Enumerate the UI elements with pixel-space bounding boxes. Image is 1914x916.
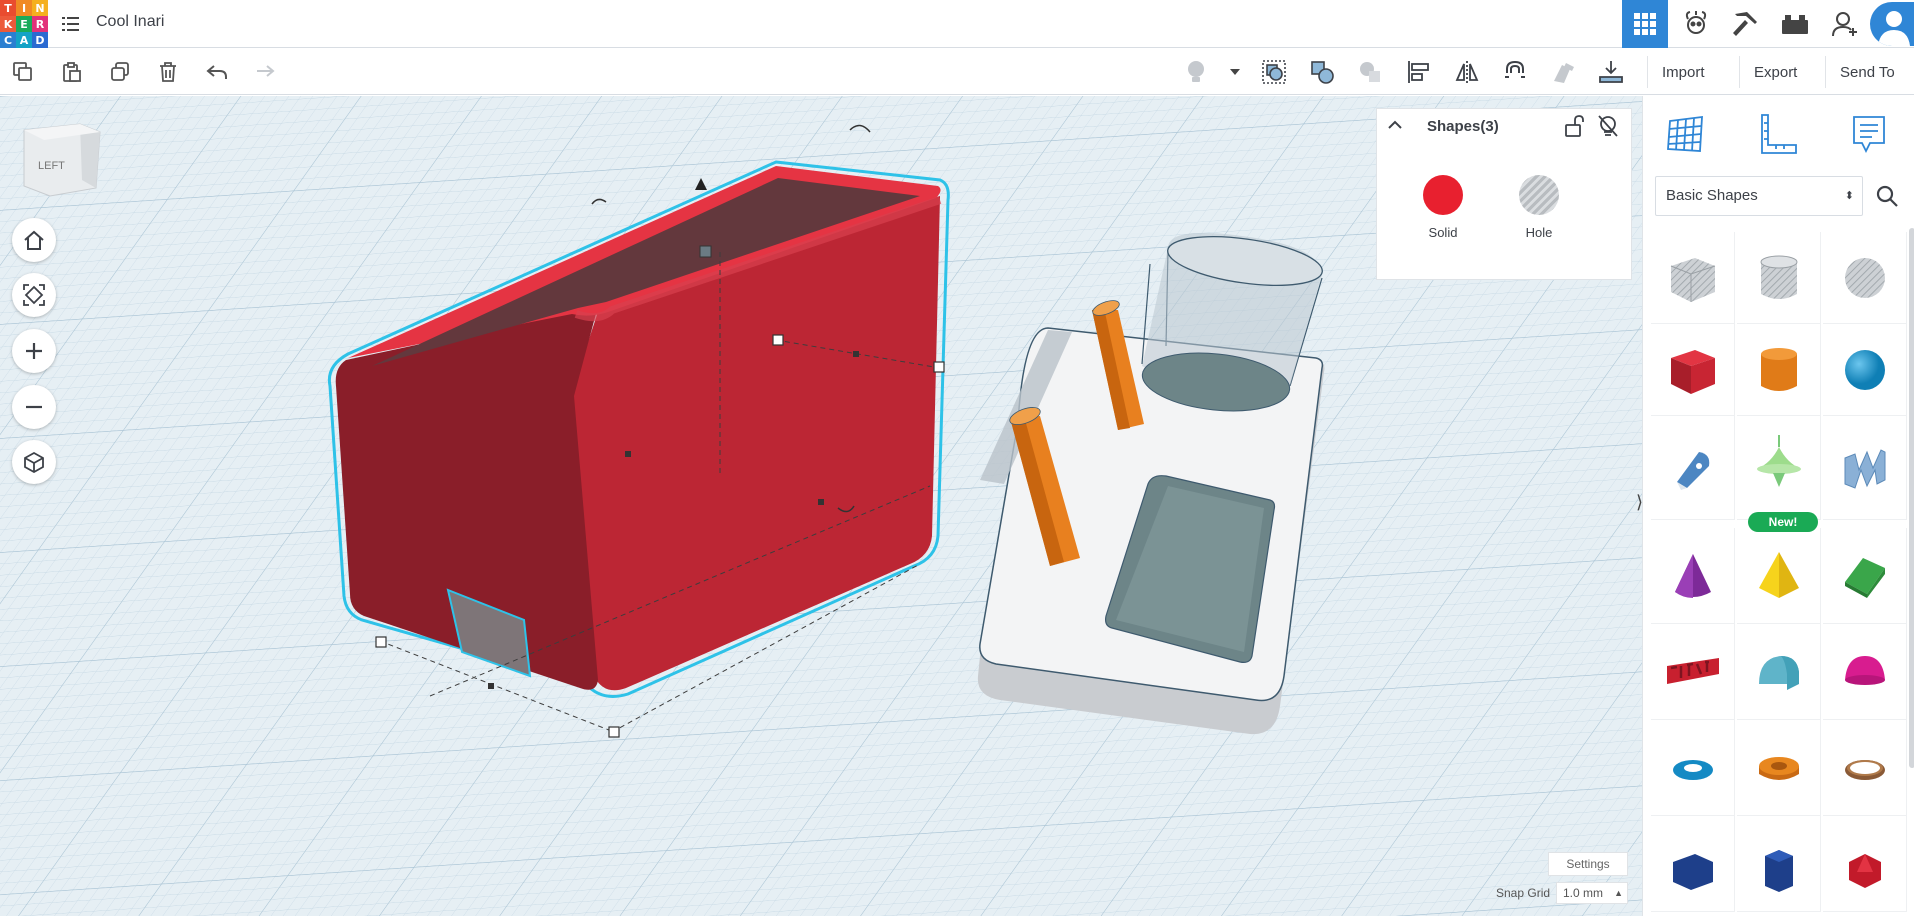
shape-category-select[interactable]: Basic Shapes ⬍ (1655, 176, 1863, 216)
logo-letter: A (16, 32, 32, 48)
zoom-in-icon[interactable] (12, 329, 56, 373)
shape-polygon[interactable] (1651, 816, 1735, 912)
snap-grid-arrow-icon: ▲ (1614, 888, 1623, 898)
search-icon[interactable] (1867, 176, 1907, 216)
shape-torus[interactable] (1651, 720, 1735, 816)
cruise-icon[interactable] (1498, 55, 1532, 89)
mirror-icon[interactable] (1450, 55, 1484, 89)
logo-letter: C (0, 32, 16, 48)
ungroup-icon[interactable] (1305, 55, 1339, 89)
align-icon[interactable] (1402, 55, 1436, 89)
logo-letter: I (16, 0, 32, 16)
delete-icon[interactable] (151, 55, 185, 89)
group-icon[interactable] (1257, 55, 1291, 89)
import-button[interactable]: Import (1647, 56, 1719, 88)
paste-icon[interactable] (55, 55, 89, 89)
shape-box-hole[interactable] (1651, 232, 1735, 324)
shape-sphere[interactable] (1823, 324, 1907, 416)
workplane-canvas[interactable]: LEFT Shapes(3) Solid Hole Settings Snap … (0, 96, 1642, 916)
lego-brick-icon[interactable] (1772, 0, 1818, 48)
shape-inspector-panel: Shapes(3) Solid Hole (1376, 108, 1632, 280)
hole-label: Hole (1525, 225, 1553, 240)
shape-category-value: Basic Shapes (1666, 187, 1758, 204)
light-dropdown-icon[interactable] (1218, 55, 1252, 89)
snap-grid-label: Snap Grid (1496, 886, 1551, 900)
settings-button[interactable]: Settings (1548, 852, 1628, 876)
logo-letter: E (16, 16, 32, 32)
view-cube-left-label: LEFT (38, 160, 65, 172)
redo-icon[interactable] (247, 55, 281, 89)
shape-sphere-hole[interactable] (1823, 232, 1907, 324)
snap-grid-select[interactable]: 1.0 mm ▲ (1556, 882, 1628, 904)
shape-box[interactable] (1651, 324, 1735, 416)
view-cube[interactable]: LEFT (20, 120, 102, 202)
edit-toolbar: Import Export Send To (0, 49, 1914, 95)
duplicate-icon[interactable] (103, 55, 137, 89)
project-title[interactable]: Cool Inari (96, 13, 164, 31)
shape-wave-text[interactable] (1823, 416, 1907, 520)
minecraft-pickaxe-icon[interactable] (1722, 0, 1768, 48)
fit-view-icon[interactable] (12, 273, 56, 317)
solid-swatch (1423, 175, 1463, 215)
notes-icon[interactable] (1841, 106, 1897, 162)
shape-half-cylinder[interactable] (1737, 624, 1821, 720)
shape-hexagonal-prism[interactable] (1737, 816, 1821, 912)
send-to-button[interactable]: Send To (1825, 56, 1909, 88)
shape-cylinder[interactable] (1737, 324, 1821, 416)
app-header: T I N K E R C A D Cool Inari (0, 0, 1914, 48)
hole-option[interactable]: Hole (1509, 175, 1569, 240)
hide-light-icon[interactable] (1597, 114, 1621, 138)
light-bulb-icon[interactable] (1179, 55, 1213, 89)
library-scrollbar[interactable] (1909, 228, 1914, 768)
shape-pyramid[interactable] (1737, 528, 1821, 624)
shape-library-panel: Basic Shapes ⬍ New! (1642, 96, 1914, 916)
logo-letter: K (0, 16, 16, 32)
shape-paraboloid[interactable] (1823, 624, 1907, 720)
add-user-icon[interactable] (1822, 0, 1868, 48)
logo-letter: R (32, 16, 48, 32)
shape-generator[interactable] (1737, 416, 1821, 520)
shape-tube[interactable] (1737, 720, 1821, 816)
unlock-icon[interactable] (1563, 114, 1587, 138)
workplane-icon[interactable] (1657, 106, 1713, 162)
shape-panel-title: Shapes(3) (1427, 118, 1499, 135)
perspective-icon[interactable] (12, 440, 56, 484)
solid-option[interactable]: Solid (1413, 175, 1473, 240)
paint-icon[interactable] (1546, 55, 1580, 89)
undo-icon[interactable] (200, 55, 234, 89)
sim-lab-icon[interactable] (1673, 0, 1719, 48)
logo-letter: T (0, 0, 16, 16)
shape-icosahedron[interactable] (1823, 816, 1907, 912)
design-list-icon[interactable] (62, 14, 80, 34)
home-view-icon[interactable] (12, 218, 56, 262)
grid-view-icon[interactable] (1622, 0, 1668, 48)
zoom-out-icon[interactable] (12, 385, 56, 429)
solid-label: Solid (1428, 225, 1458, 240)
snap-grid-value: 1.0 mm (1563, 886, 1604, 900)
multi-shape-icon[interactable] (1353, 55, 1387, 89)
collapse-chevron-icon[interactable] (1387, 117, 1407, 137)
shape-scribble[interactable] (1651, 416, 1735, 520)
shape-roof[interactable] (1823, 528, 1907, 624)
drop-to-workplane-icon[interactable] (1594, 55, 1628, 89)
user-avatar-icon[interactable] (1870, 2, 1914, 46)
shape-text[interactable] (1651, 624, 1735, 720)
logo-letter: D (32, 32, 48, 48)
shape-ring[interactable] (1823, 720, 1907, 816)
ruler-icon[interactable] (1749, 106, 1805, 162)
hole-swatch (1519, 175, 1559, 215)
shape-cone[interactable] (1651, 528, 1735, 624)
copy-icon[interactable] (6, 55, 40, 89)
shape-cylinder-hole[interactable] (1737, 232, 1821, 324)
select-arrows-icon: ⬍ (1844, 190, 1854, 202)
logo-letter: N (32, 0, 48, 16)
export-button[interactable]: Export (1739, 56, 1811, 88)
tinkercad-logo[interactable]: T I N K E R C A D (0, 0, 48, 48)
